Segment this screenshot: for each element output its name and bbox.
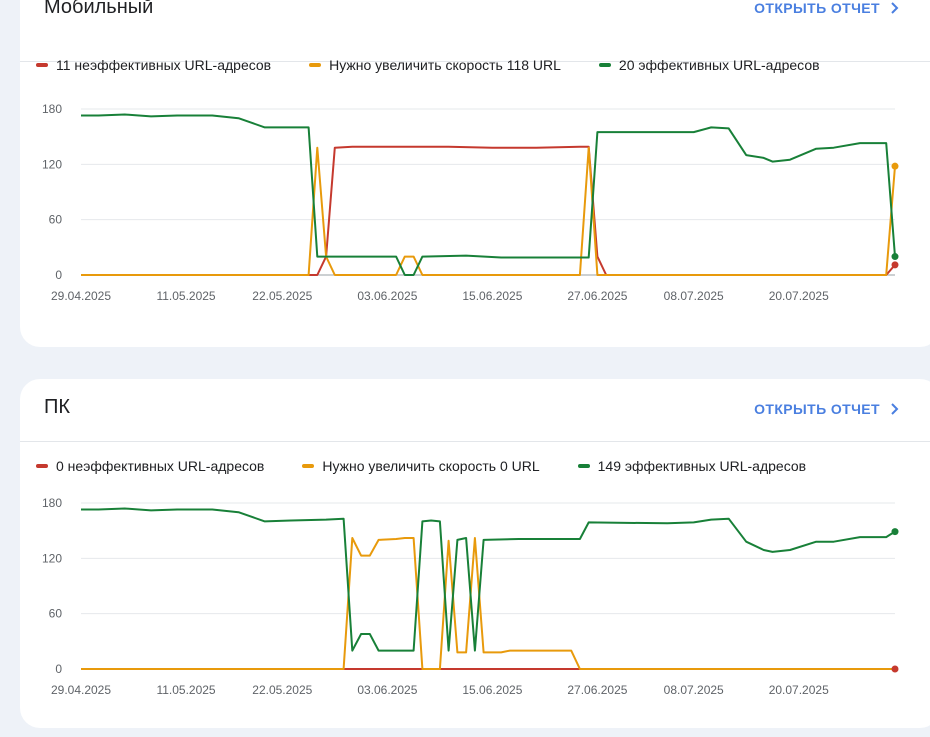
x-tick-label: 11.05.2025 [156, 683, 215, 697]
pc-legend: 0 неэффективных URL-адресов Нужно увелич… [36, 458, 844, 474]
x-tick-label: 03.06.2025 [357, 683, 417, 697]
y-tick-label: 180 [42, 102, 62, 116]
y-tick-label: 60 [49, 213, 63, 227]
series-line-2 [81, 113, 896, 276]
legend-swatch [36, 464, 48, 468]
pc-card-title: ПК [44, 396, 71, 418]
x-tick-label: 29.04.2025 [51, 289, 111, 303]
mobile-open-report-button[interactable]: ОТКРЫТЬ ОТЧЕТ [754, 0, 902, 16]
y-tick-label: 180 [42, 496, 62, 510]
series-end-point-1 [891, 162, 899, 170]
mobile-card: Мобильный ОТКРЫТЬ ОТЧЕТ 11 неэффективных… [20, 0, 930, 347]
x-tick-label: 29.04.2025 [51, 683, 111, 697]
legend-swatch [309, 63, 322, 67]
x-tick-label: 15.06.2025 [462, 683, 522, 697]
series-line-0 [81, 145, 896, 276]
series-end-point-2 [891, 253, 899, 261]
x-tick-label: 27.06.2025 [567, 683, 627, 697]
y-tick-label: 0 [55, 268, 62, 282]
y-tick-label: 120 [42, 551, 62, 565]
series-line-2 [81, 507, 896, 652]
x-tick-label: 11.05.2025 [156, 289, 215, 303]
legend-item-good[interactable]: 149 эффективных URL-адресов [577, 458, 807, 474]
legend-label: Нужно увеличить скорость 0 URL [322, 458, 540, 474]
series-end-point-0 [891, 261, 899, 269]
legend-item-poor[interactable]: 11 неэффективных URL-адресов [36, 57, 271, 73]
legend-label: 20 эффективных URL-адресов [618, 57, 820, 73]
pc-card-header: ПК ОТКРЫТЬ ОТЧЕТ [20, 379, 930, 442]
x-tick-label: 15.06.2025 [462, 289, 522, 303]
legend-item-good[interactable]: 20 эффективных URL-адресов [598, 57, 820, 73]
legend-label: 11 неэффективных URL-адресов [56, 57, 272, 73]
mobile-line-chart: 0 60 120 180 29.04.2025 11.05.2025 22.05.2025 0… [42, 102, 899, 303]
x-tick-label: 03.06.2025 [357, 289, 417, 303]
pc-open-report-button[interactable]: ОТКРЫТЬ ОТЧЕТ [754, 401, 902, 417]
pc-line-chart: 0 60 120 180 29.04.2025 11.05.2025 22.05.2025 0… [42, 496, 899, 697]
x-tick-label: 22.05.2025 [252, 289, 312, 303]
mobile-legend: 11 неэффективных URL-адресов Нужно увели… [36, 57, 858, 73]
x-tick-label: 08.07.2025 [664, 289, 724, 303]
mobile-card-title: Мобильный [44, 0, 154, 18]
legend-swatch [577, 464, 590, 468]
legend-item-needs-improvement[interactable]: Нужно увеличить скорость 118 URL [309, 57, 561, 73]
x-tick-label: 27.06.2025 [567, 289, 627, 303]
y-tick-label: 0 [55, 662, 62, 676]
open-report-label: ОТКРЫТЬ ОТЧЕТ [754, 401, 880, 417]
x-tick-label: 22.05.2025 [252, 683, 312, 697]
chevron-right-icon [891, 403, 899, 415]
legend-item-needs-improvement[interactable]: Нужно увеличить скорость 0 URL [302, 458, 540, 474]
open-report-label: ОТКРЫТЬ ОТЧЕТ [754, 0, 880, 16]
legend-item-poor[interactable]: 0 неэффективных URL-адресов [36, 458, 264, 474]
legend-swatch [598, 63, 611, 67]
legend-swatch [36, 63, 48, 67]
legend-swatch [302, 464, 315, 468]
y-tick-label: 60 [49, 607, 63, 621]
legend-label: 0 неэффективных URL-адресов [56, 458, 265, 474]
mobile-card-header: Мобильный ОТКРЫТЬ ОТЧЕТ [20, 0, 930, 62]
series-line-1 [81, 537, 895, 670]
x-tick-label: 20.07.2025 [769, 683, 829, 697]
legend-label: 149 эффективных URL-адресов [597, 458, 807, 474]
chevron-right-icon [891, 2, 899, 14]
y-tick-label: 120 [42, 157, 62, 171]
series-end-point-2 [891, 528, 899, 536]
series-end-point-0 [891, 665, 899, 673]
pc-card: ПК ОТКРЫТЬ ОТЧЕТ 0 неэффективных URL-адр… [20, 379, 930, 728]
x-tick-label: 08.07.2025 [664, 683, 724, 697]
x-tick-label: 20.07.2025 [769, 289, 829, 303]
legend-label: Нужно увеличить скорость 118 URL [329, 57, 561, 73]
